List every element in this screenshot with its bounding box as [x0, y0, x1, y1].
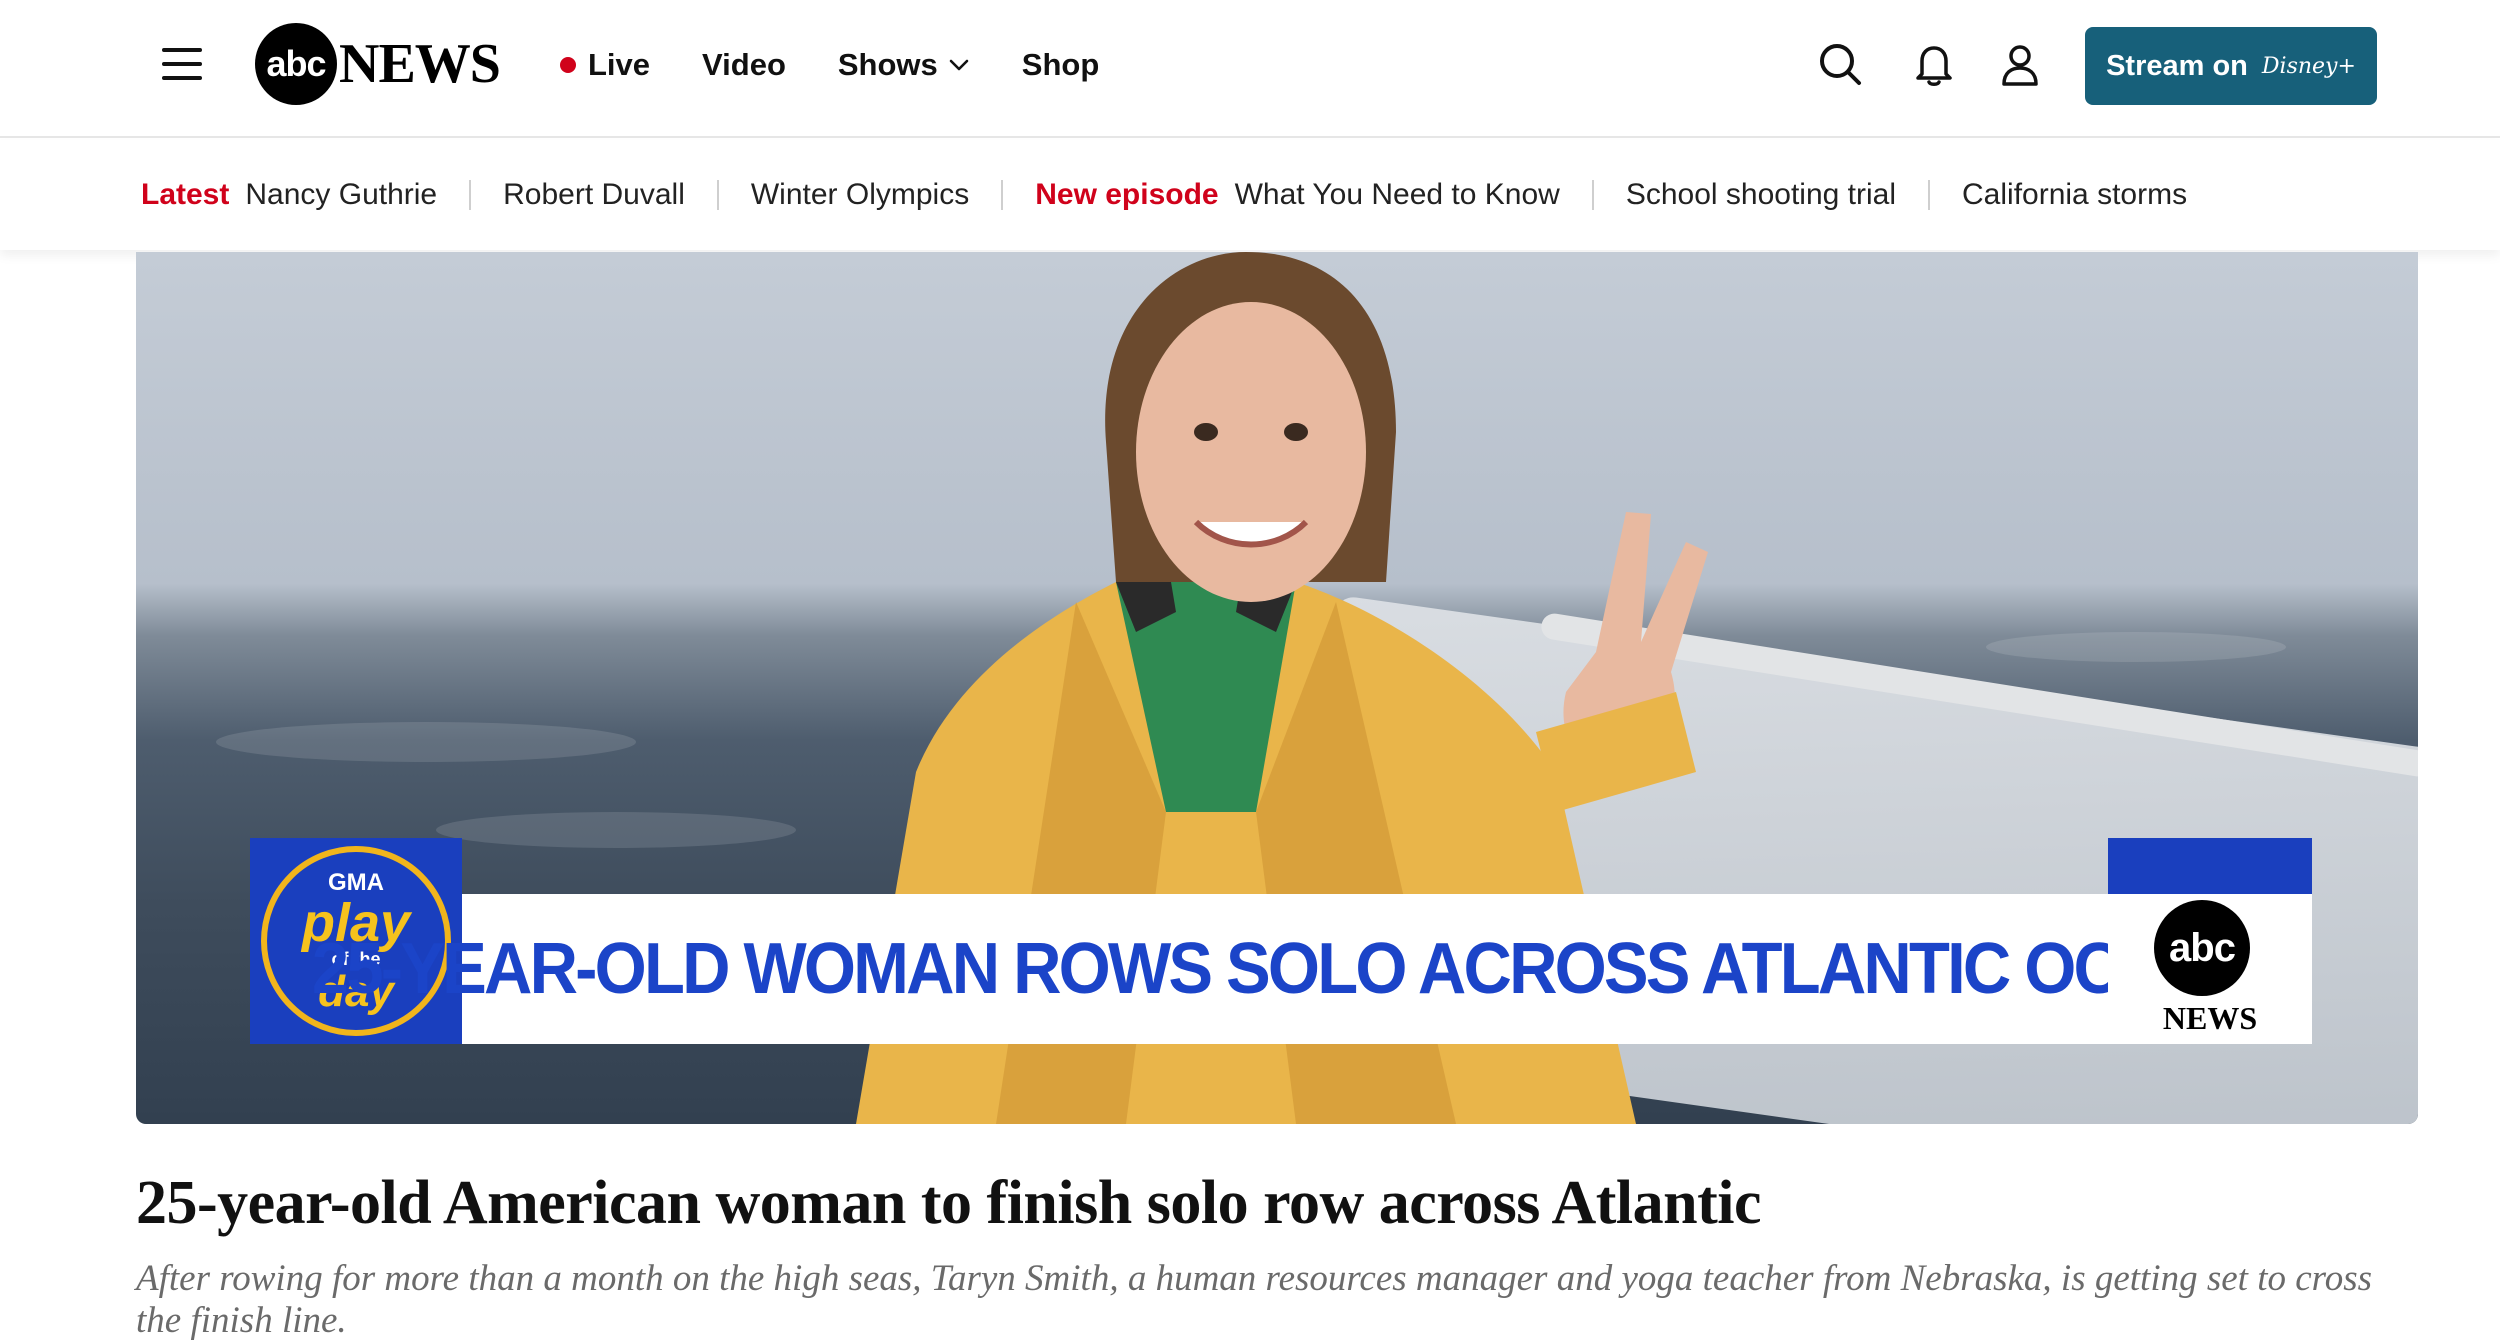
wave — [1986, 632, 2286, 662]
divider — [1928, 180, 1931, 210]
divider — [716, 180, 719, 210]
logo-abc-circle: abc — [255, 23, 337, 105]
latest-tag: Latest — [141, 178, 230, 211]
stream-on-disney-button[interactable]: Stream on Disney+ — [2085, 27, 2377, 105]
trending-link[interactable]: Robert Duvall — [503, 178, 685, 212]
chyron-lower-third: GMA play of the day 25-YEAR-OLD WOMAN RO… — [250, 838, 2312, 1044]
trending-bar: Latest Nancy Guthrie Robert Duvall Winte… — [0, 140, 2500, 250]
nav-live[interactable]: Live — [560, 47, 650, 83]
trending-link[interactable]: Winter Olympics — [751, 178, 969, 212]
trending-link[interactable]: What You Need to Know — [1235, 178, 1560, 212]
chyron-headline: 25-YEAR-OLD WOMAN ROWS SOLO ACROSS ATLAN… — [311, 929, 2255, 1009]
article-dek: After rowing for more than a month on th… — [136, 1258, 2372, 1341]
nav-video-label: Video — [702, 47, 786, 82]
divider — [1591, 180, 1594, 210]
nav-video[interactable]: Video — [702, 47, 786, 83]
abc-bug-news: NEWS — [2162, 1000, 2258, 1036]
nav-shows[interactable]: Shows — [838, 47, 970, 83]
stream-label: Stream on — [2106, 49, 2248, 82]
article-headline[interactable]: 25-year-old American woman to finish sol… — [136, 1168, 2416, 1239]
wave — [216, 722, 636, 762]
trending-link[interactable]: California storms — [1962, 178, 2187, 212]
logo-news-text: NEWS — [339, 33, 501, 95]
abc-news-logo[interactable]: abc NEWS — [255, 22, 501, 106]
nav-shows-label: Shows — [837, 47, 938, 82]
nav-live-label: Live — [588, 47, 651, 82]
main-nav: Live Video Shows Shop — [560, 40, 1099, 90]
new-episode-tag: New episode — [1035, 178, 1219, 211]
bell-icon[interactable] — [1910, 40, 1958, 88]
abc-bug-circle: abc — [2154, 900, 2250, 996]
abc-news-bug: abc NEWS — [2108, 838, 2312, 1044]
site-header: abc NEWS Live Video Shows Shop Stream on… — [0, 0, 2500, 138]
chevron-down-icon — [949, 59, 969, 71]
hero-video[interactable]: GMA play of the day 25-YEAR-OLD WOMAN RO… — [136, 252, 2418, 1124]
search-icon[interactable] — [1816, 40, 1864, 88]
divider — [469, 180, 472, 210]
nav-shop[interactable]: Shop — [1022, 47, 1100, 83]
user-icon[interactable] — [1996, 40, 2044, 88]
trending-link[interactable]: School shooting trial — [1626, 178, 1896, 212]
trending-link[interactable]: Nancy Guthrie — [245, 178, 437, 212]
menu-icon[interactable] — [158, 46, 206, 82]
nav-shop-label: Shop — [1021, 47, 1100, 82]
disney-plus-logo: Disney+ — [2261, 53, 2356, 79]
divider — [1001, 180, 1004, 210]
live-dot-icon — [560, 57, 576, 73]
